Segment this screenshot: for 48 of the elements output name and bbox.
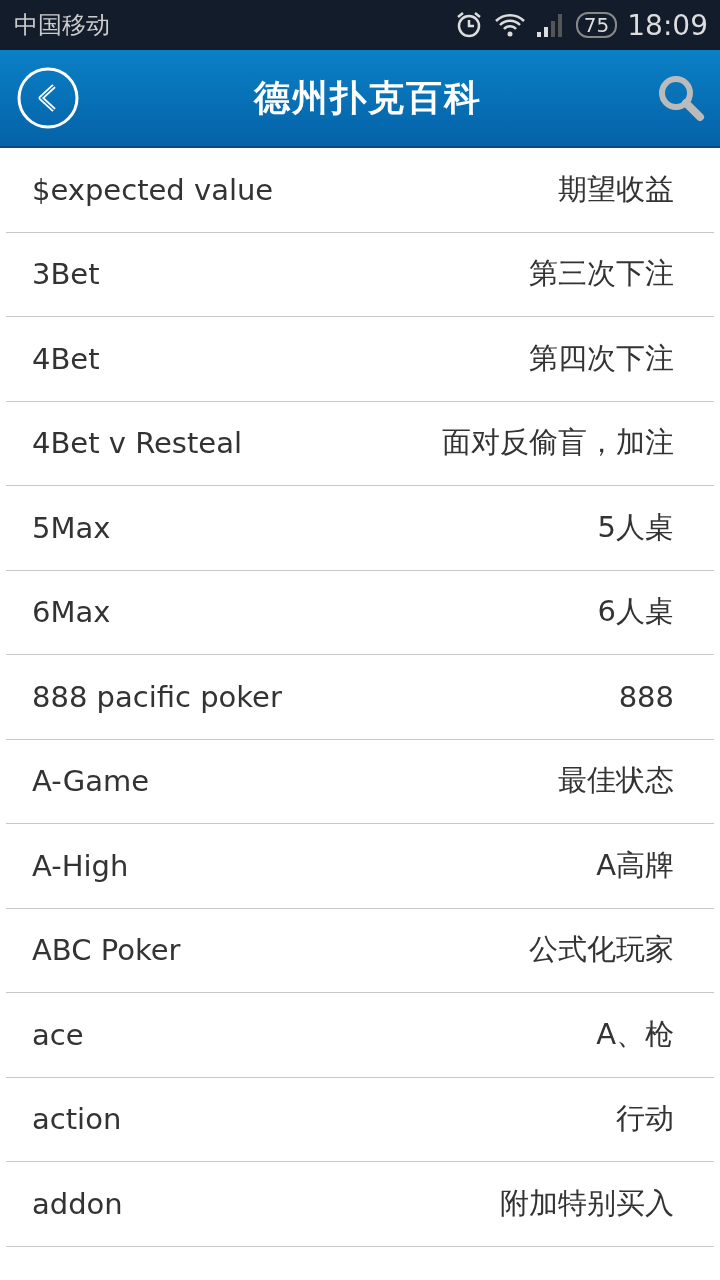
term-text: 4Bet (32, 341, 100, 376)
term-text: 888 pacific poker (32, 679, 282, 714)
glossary-row[interactable]: action 行动 (6, 1077, 714, 1162)
term-text: A-Game (32, 764, 150, 799)
clock-time: 18:09 (627, 8, 708, 42)
search-icon (656, 73, 706, 123)
term-text: $expected value (32, 172, 274, 207)
glossary-row[interactable]: ace A、枪 (6, 993, 714, 1078)
term-text: 3Bet (32, 257, 100, 292)
meaning-text: A高牌 (596, 846, 674, 884)
term-text: 5Max (32, 510, 111, 545)
meaning-text: 第三次下注 (529, 255, 674, 293)
glossary-row[interactable]: 888 pacific poker 888 (6, 655, 714, 740)
meaning-text: 5人桌 (597, 508, 674, 546)
term-text: 4Bet v Resteal (32, 426, 242, 461)
term-text: action (32, 1102, 122, 1137)
term-text: ABC Poker (32, 933, 181, 968)
battery-level: 75 (575, 12, 618, 38)
glossary-row[interactable]: ABC Poker 公式化玩家 (6, 908, 714, 993)
glossary-row[interactable]: addon 附加特别买入 (6, 1162, 714, 1247)
meaning-text: 第四次下注 (529, 339, 674, 377)
meaning-text: 公式化玩家 (529, 931, 674, 969)
meaning-text: 面对反偷盲，加注 (442, 424, 674, 462)
term-text: ace (32, 1017, 84, 1052)
glossary-row[interactable]: 6Max 6人桌 (6, 570, 714, 655)
glossary-row[interactable]: 3Bet 第三次下注 (6, 232, 714, 317)
term-text: A-High (32, 848, 129, 883)
glossary-row[interactable]: A-Game 最佳状态 (6, 739, 714, 824)
meaning-text: 6人桌 (597, 593, 674, 631)
meaning-text: 附加特别买入 (500, 1184, 674, 1222)
glossary-row[interactable]: $expected value 期望收益 (6, 148, 714, 233)
glossary-row[interactable]: 4Bet 第四次下注 (6, 317, 714, 402)
back-icon (17, 67, 79, 129)
search-button[interactable] (656, 73, 706, 123)
glossary-row[interactable]: 4Bet v Resteal 面对反偷盲，加注 (6, 401, 714, 486)
meaning-text: 888 (618, 679, 674, 714)
page-title: 德州扑克百科 (253, 75, 482, 120)
glossary-row[interactable]: A-High A高牌 (6, 824, 714, 909)
meaning-text: 期望收益 (558, 170, 674, 208)
meaning-text: 行动 (616, 1100, 674, 1138)
glossary-row[interactable]: 5Max 5人桌 (6, 486, 714, 571)
back-button[interactable] (17, 67, 79, 129)
term-text: addon (32, 1186, 123, 1221)
term-text: 6Max (32, 595, 111, 630)
meaning-text: A、枪 (596, 1015, 674, 1053)
meaning-text: 最佳状态 (558, 762, 674, 800)
carrier-name: 中国移动 (14, 10, 110, 41)
wifi-icon (493, 12, 526, 38)
